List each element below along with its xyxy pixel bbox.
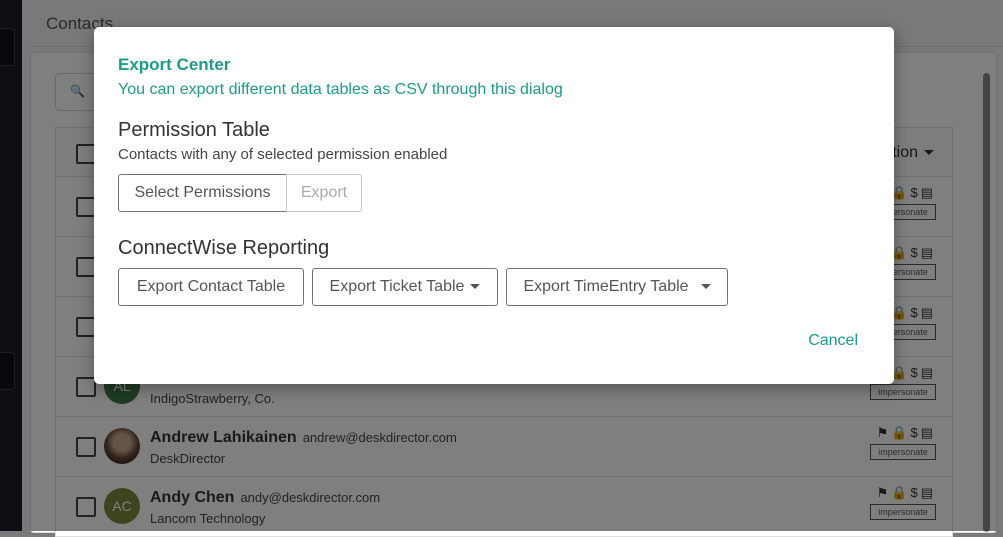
permission-table-heading: Permission Table xyxy=(118,119,270,141)
export-ticket-table-dropdown[interactable]: Export Ticket Table xyxy=(312,268,498,306)
export-center-dialog: Export Center You can export different d… xyxy=(94,27,894,384)
export-permission-button[interactable]: Export xyxy=(286,174,362,212)
export-timeentry-table-dropdown[interactable]: Export TimeEntry Table xyxy=(506,268,728,306)
chevron-down-icon xyxy=(700,284,711,290)
export-contact-table-button[interactable]: Export Contact Table xyxy=(118,268,304,306)
permission-table-description: Contacts with any of selected permission… xyxy=(118,146,448,163)
cancel-button[interactable]: Cancel xyxy=(808,332,858,350)
connectwise-heading: ConnectWise Reporting xyxy=(118,237,330,259)
select-permissions-button[interactable]: Select Permissions xyxy=(118,174,287,212)
dialog-title: Export Center xyxy=(118,55,231,74)
chevron-down-icon xyxy=(470,284,481,290)
dialog-subtitle: You can export different data tables as … xyxy=(118,81,563,98)
